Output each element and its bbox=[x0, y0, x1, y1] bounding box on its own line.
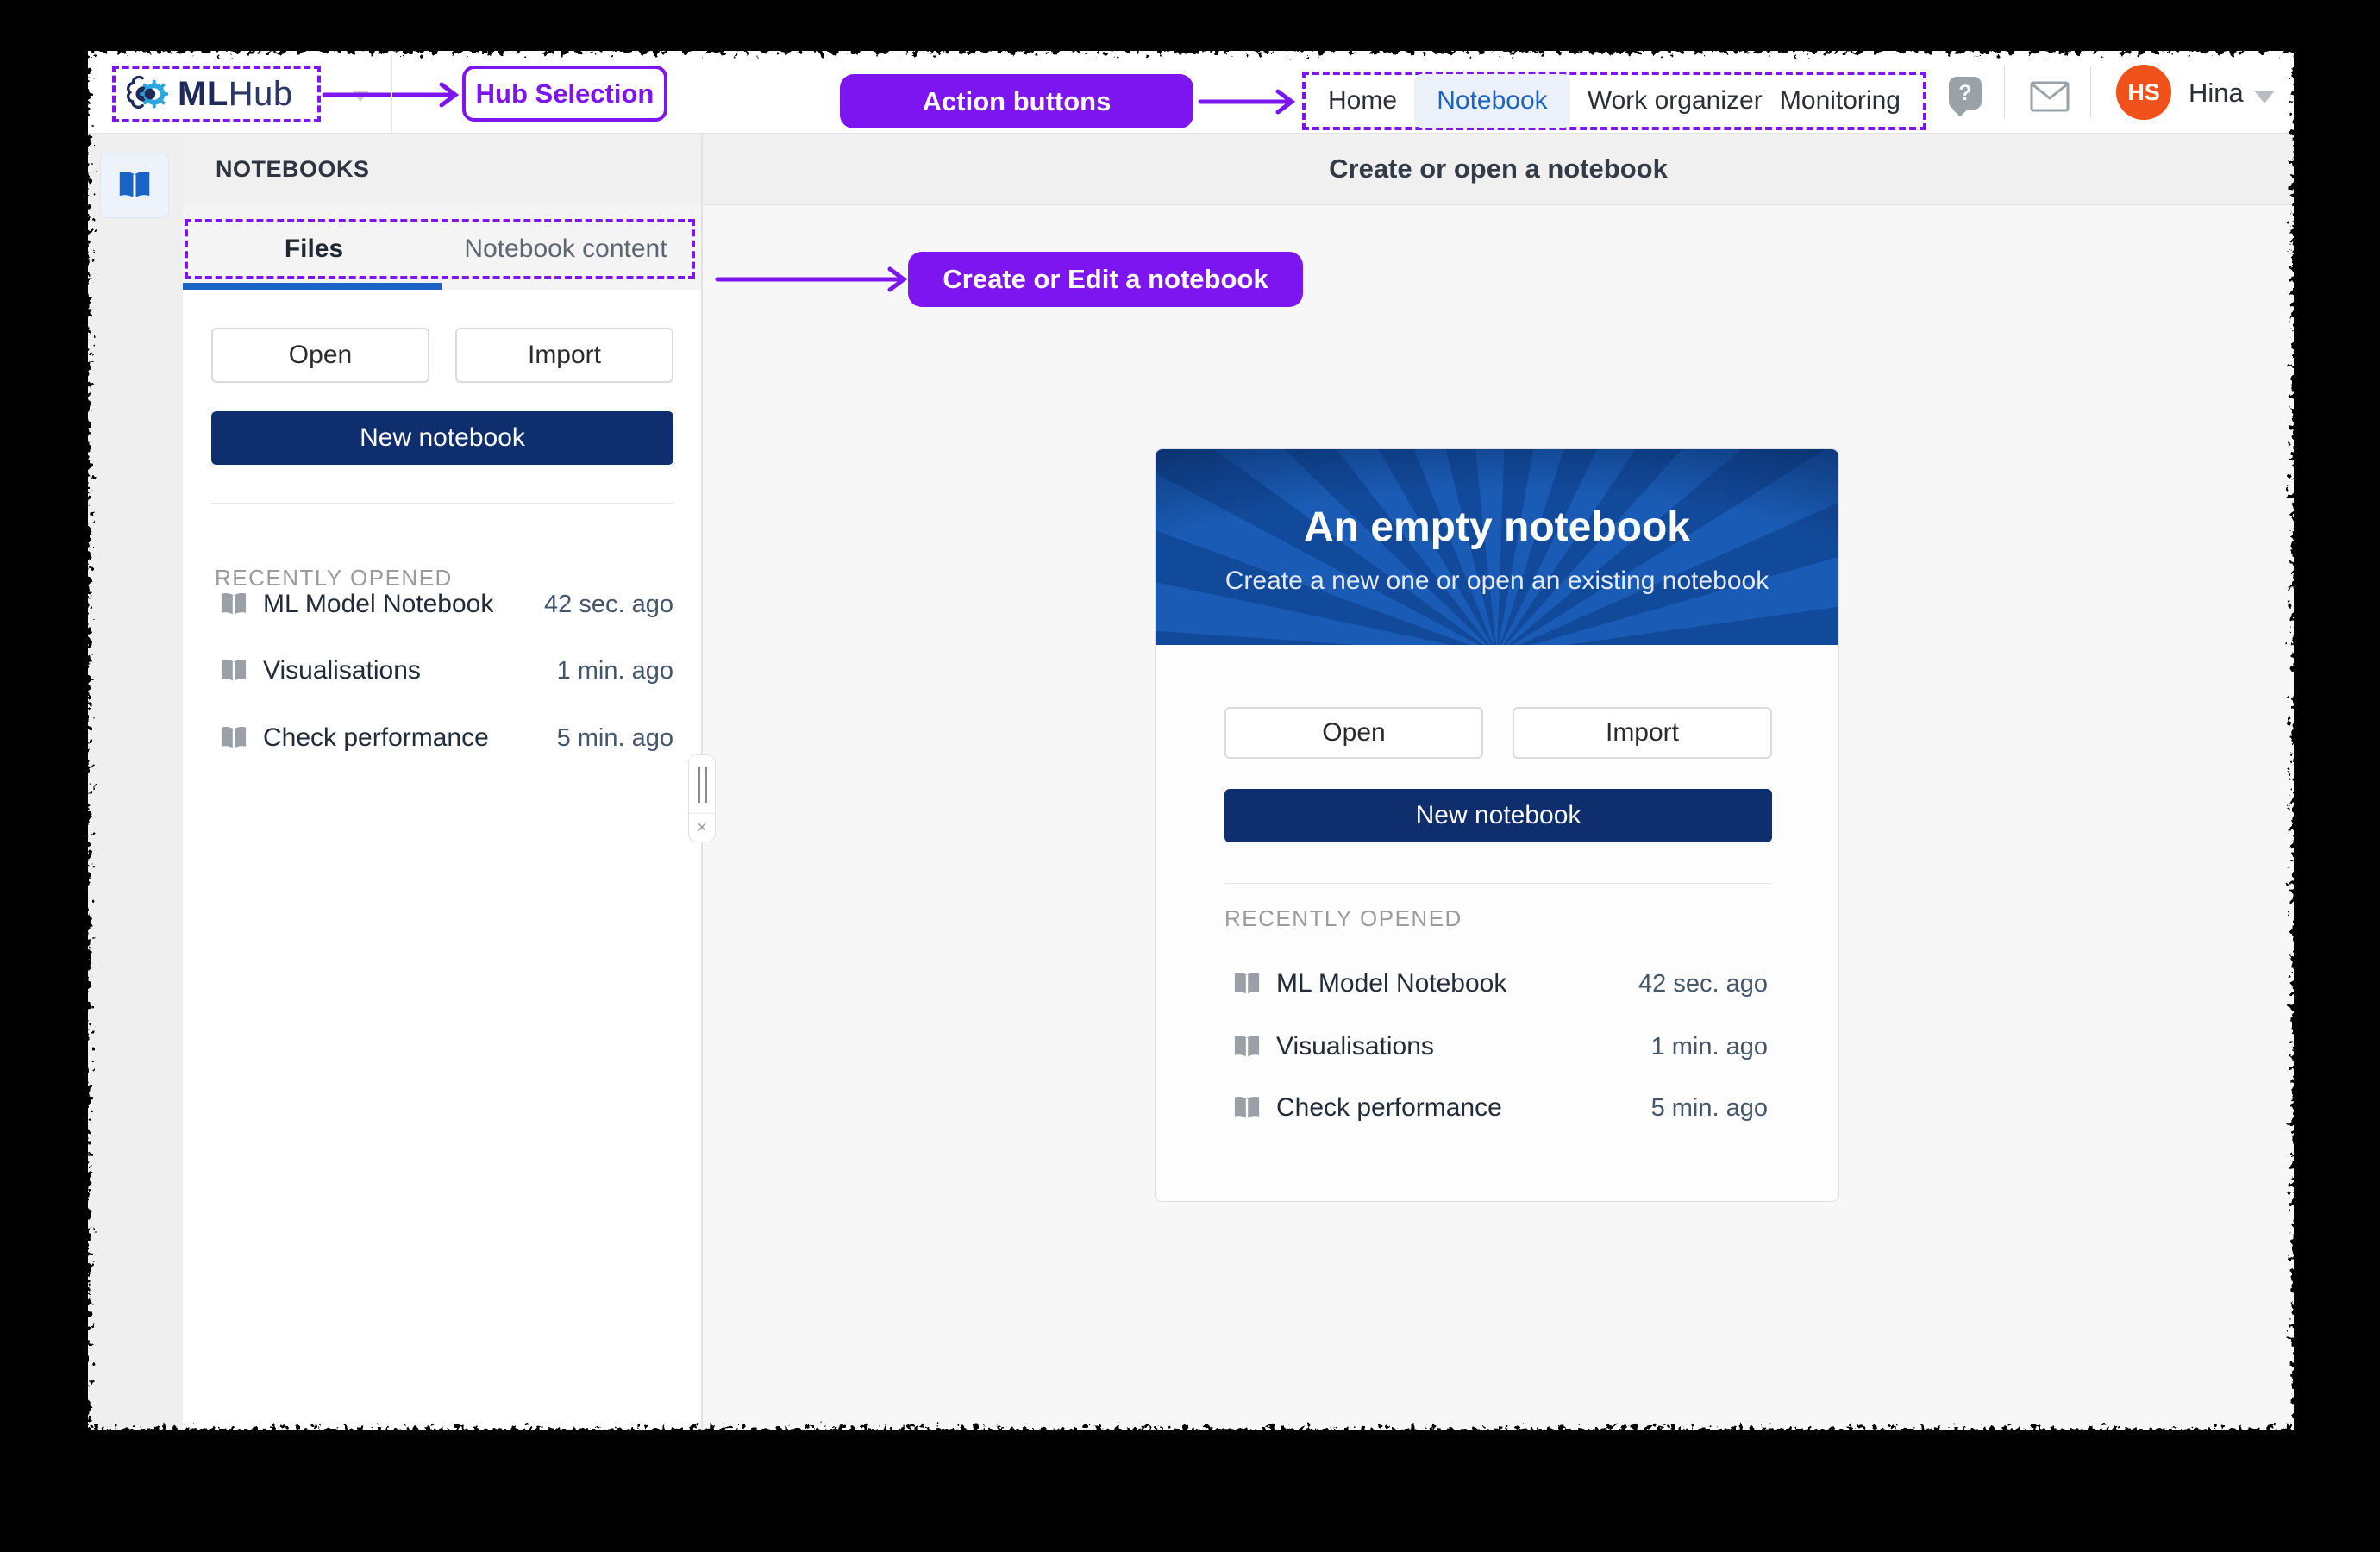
user-menu-caret-icon[interactable] bbox=[2254, 91, 2275, 103]
card-banner: An empty notebook Create a new one or op… bbox=[1156, 449, 1838, 645]
recent-item[interactable]: ML Model Notebook 42 sec. ago bbox=[218, 585, 673, 623]
panel-title: NOTEBOOKS bbox=[216, 156, 370, 183]
tab-files[interactable]: Files bbox=[188, 222, 440, 276]
main-header-title: Create or open a notebook bbox=[1329, 153, 1668, 185]
notebooks-rail-button[interactable] bbox=[100, 153, 169, 218]
recent-item[interactable]: Check performance 5 min. ago bbox=[218, 719, 673, 757]
hub-selection-annotation-box: MLHub bbox=[112, 66, 321, 122]
splitter-handle[interactable]: × bbox=[688, 754, 716, 842]
open-book-icon bbox=[218, 723, 249, 754]
card-open-button[interactable]: Open bbox=[1224, 707, 1483, 759]
mlhub-logo-icon bbox=[122, 69, 172, 119]
import-button[interactable]: Import bbox=[455, 328, 673, 383]
user-name[interactable]: Hina bbox=[2189, 78, 2244, 109]
open-book-icon bbox=[218, 655, 249, 686]
left-rail bbox=[88, 134, 183, 1430]
avatar[interactable]: HS bbox=[2116, 65, 2171, 120]
open-book-icon bbox=[1231, 1092, 1262, 1123]
recent-item[interactable]: Visualisations 1 min. ago bbox=[1231, 1028, 1768, 1066]
annotation-arrow-action-buttons bbox=[1199, 83, 1302, 121]
page: MLHub Hub Selection Action buttons Home … bbox=[0, 0, 2380, 1552]
recent-item[interactable]: ML Model Notebook 42 sec. ago bbox=[1231, 965, 1768, 1003]
create-or-edit-label: Create or Edit a notebook bbox=[908, 252, 1303, 307]
card-subtitle: Create a new one or open an existing not… bbox=[1225, 566, 1769, 596]
topbar-divider bbox=[2090, 66, 2091, 118]
top-bar: MLHub Hub Selection Action buttons Home … bbox=[88, 51, 2294, 134]
card-import-button[interactable]: Import bbox=[1513, 707, 1772, 759]
empty-notebook-card: An empty notebook Create a new one or op… bbox=[1155, 448, 1839, 1202]
open-book-icon bbox=[116, 166, 153, 204]
card-recently-opened-heading: RECENTLY OPENED bbox=[1224, 905, 1462, 932]
help-icon[interactable]: ? bbox=[1949, 77, 1982, 110]
tabs-annotation-box: Files Notebook content bbox=[185, 219, 695, 279]
nav-annotation-box: Home Notebook Work organizer Monitoring bbox=[1302, 72, 1926, 130]
new-notebook-button[interactable]: New notebook bbox=[211, 411, 673, 465]
open-book-icon bbox=[1231, 1031, 1262, 1062]
topbar-divider bbox=[391, 51, 392, 134]
open-book-icon bbox=[1231, 968, 1262, 999]
tab-strip: Files Notebook content bbox=[183, 205, 701, 290]
action-buttons-label: Action buttons bbox=[840, 74, 1193, 128]
main-header: Create or open a notebook bbox=[703, 134, 2294, 205]
nav-monitoring[interactable]: Monitoring bbox=[1780, 86, 1901, 116]
hub-selection-label: Hub Selection bbox=[462, 66, 667, 122]
recent-item[interactable]: Visualisations 1 min. ago bbox=[218, 652, 673, 690]
app-logo: MLHub bbox=[178, 75, 293, 114]
card-title: An empty notebook bbox=[1304, 504, 1690, 551]
divider bbox=[211, 503, 673, 504]
panel-header: NOTEBOOKS bbox=[183, 134, 701, 205]
nav-home[interactable]: Home bbox=[1328, 86, 1397, 116]
open-book-icon bbox=[218, 589, 249, 620]
annotation-arrow-hub-selection bbox=[323, 76, 466, 114]
topbar-divider bbox=[2004, 66, 2005, 118]
nav-notebook[interactable]: Notebook bbox=[1414, 74, 1569, 128]
card-new-notebook-button[interactable]: New notebook bbox=[1224, 789, 1772, 842]
recent-item[interactable]: Check performance 5 min. ago bbox=[1231, 1089, 1768, 1127]
app-window: MLHub Hub Selection Action buttons Home … bbox=[88, 51, 2294, 1430]
tab-notebook-content[interactable]: Notebook content bbox=[440, 222, 692, 276]
active-tab-underline bbox=[183, 283, 442, 290]
close-panel-icon[interactable]: × bbox=[689, 814, 715, 842]
mail-icon[interactable] bbox=[2030, 81, 2070, 112]
divider bbox=[1224, 883, 1772, 884]
open-button[interactable]: Open bbox=[211, 328, 429, 383]
drag-grip-icon[interactable] bbox=[689, 755, 715, 814]
annotation-arrow-create-edit bbox=[716, 260, 914, 298]
nav-work-organizer[interactable]: Work organizer bbox=[1588, 86, 1763, 116]
